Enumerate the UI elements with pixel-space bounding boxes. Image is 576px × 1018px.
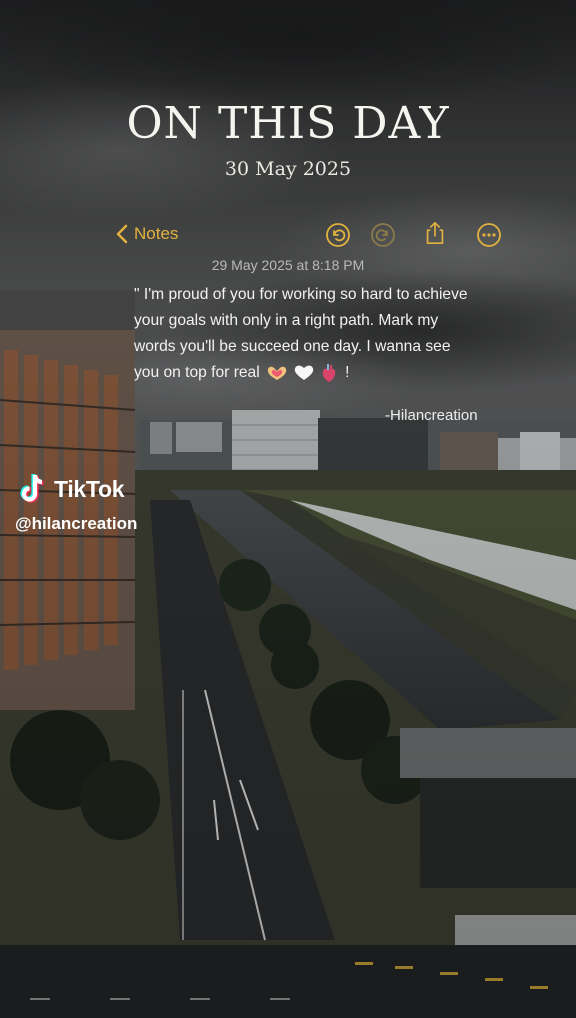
note-line: your goals with only in a right path. Ma…	[134, 312, 439, 329]
anatomical-heart-icon	[322, 363, 335, 382]
share-icon[interactable]	[422, 220, 448, 246]
heart-hands-icon	[267, 366, 287, 380]
note-line-last: you on top for real !	[134, 360, 514, 386]
note-body: " I'm proud of you for working so hard t…	[134, 282, 514, 386]
note-line: " I'm proud of you for working so hard t…	[134, 286, 468, 303]
redo-icon[interactable]	[370, 222, 396, 248]
note-line: you on top for real	[134, 364, 260, 381]
page-title: ON THIS DAY	[126, 98, 450, 149]
notes-back-button[interactable]: Notes	[116, 224, 178, 244]
chevron-left-icon	[116, 224, 128, 244]
tiktok-brand-text: TikTok	[54, 475, 125, 502]
note-ending: !	[345, 364, 350, 381]
tiktok-handle: @hilancreation	[15, 514, 138, 533]
notes-back-label: Notes	[134, 224, 179, 243]
tiktok-watermark: TikTok	[18, 472, 125, 506]
more-icon[interactable]	[476, 222, 502, 248]
white-heart-icon	[295, 365, 314, 381]
background-photo	[0, 0, 576, 1018]
note-line: words you'll be succeed one day. I wanna…	[134, 338, 451, 355]
page-date: 30 May 2025	[224, 158, 352, 180]
note-timestamp: 29 May 2025 at 8:18 PM	[211, 257, 365, 273]
note-signature: -Hilancreation	[385, 407, 478, 424]
undo-icon[interactable]	[325, 222, 351, 248]
tiktok-icon	[20, 473, 44, 503]
